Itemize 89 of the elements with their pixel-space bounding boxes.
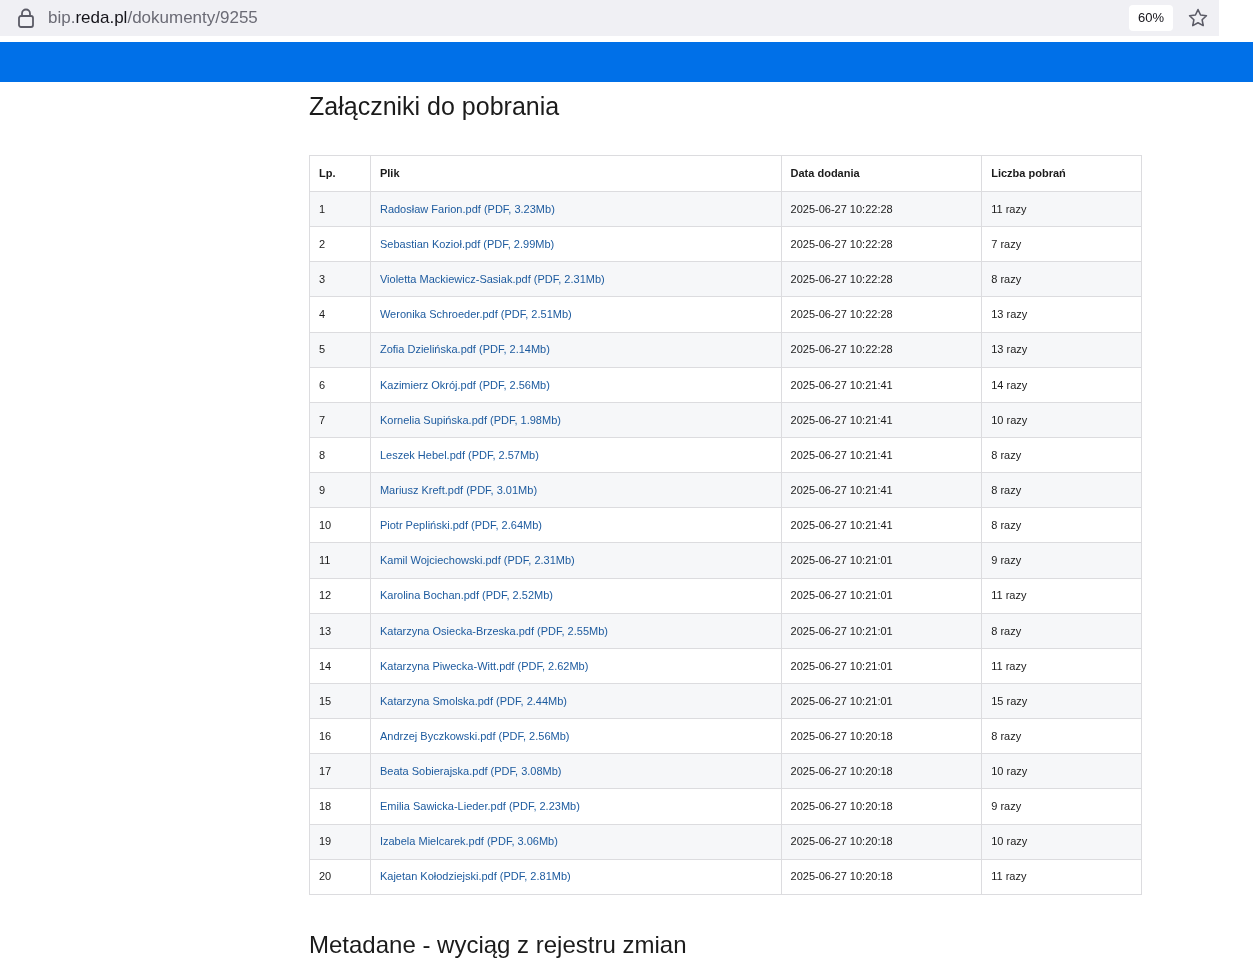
row-number-cell: 3 [309, 261, 371, 297]
bookmark-star-icon[interactable] [1187, 7, 1209, 29]
file-download-link[interactable]: Beata Sobierajska.pdf (PDF, 3.08Mb) [379, 765, 562, 778]
date-added-cell: 2025-06-27 10:21:01 [781, 578, 982, 614]
date-added-cell: 2025-06-27 10:20:18 [781, 859, 982, 895]
date-added-cell: 2025-06-27 10:22:28 [781, 191, 982, 227]
download-count-cell: 8 razy [981, 261, 1142, 297]
download-count-cell: 8 razy [981, 472, 1142, 508]
row-number-cell: 6 [309, 367, 371, 403]
file-download-link[interactable]: Emilia Sawicka-Lieder.pdf (PDF, 2.23Mb) [379, 800, 580, 813]
row-number-cell: 20 [309, 859, 371, 895]
row-number-cell: 7 [309, 402, 371, 438]
download-count-cell: 8 razy [981, 437, 1142, 473]
file-download-link[interactable]: Weronika Schroeder.pdf (PDF, 2.51Mb) [379, 308, 572, 321]
row-number-cell: 19 [309, 824, 371, 860]
file-download-link[interactable]: Radosław Farion.pdf (PDF, 3.23Mb) [379, 202, 555, 215]
row-number-cell: 10 [309, 507, 371, 543]
download-count-cell: 7 razy [981, 226, 1142, 262]
row-number-cell: 14 [309, 648, 371, 684]
date-added-cell: 2025-06-27 10:21:41 [781, 402, 982, 438]
file-download-link[interactable]: Katarzyna Smolska.pdf (PDF, 2.44Mb) [379, 694, 567, 707]
file-download-link[interactable]: Mariusz Kreft.pdf (PDF, 3.01Mb) [379, 483, 538, 496]
file-download-link[interactable]: Karolina Bochan.pdf (PDF, 2.52Mb) [379, 589, 553, 602]
date-added-cell: 2025-06-27 10:21:41 [781, 437, 982, 473]
file-download-link[interactable]: Andrzej Byczkowski.pdf (PDF, 2.56Mb) [379, 729, 570, 742]
date-added-cell: 2025-06-27 10:22:28 [781, 226, 982, 262]
column-header: Liczba pobrań [981, 155, 1142, 192]
row-number-cell: 11 [309, 542, 371, 579]
download-count-cell: 14 razy [981, 367, 1142, 403]
row-number-cell: 15 [309, 683, 371, 719]
address-bar-url[interactable]: bip.reda.pl/dokumenty/9255 [48, 5, 258, 31]
date-added-cell: 2025-06-27 10:22:28 [781, 261, 982, 297]
download-count-cell: 9 razy [981, 788, 1142, 825]
date-added-cell: 2025-06-27 10:20:18 [781, 824, 982, 860]
file-download-link[interactable]: Izabela Mielcarek.pdf (PDF, 3.06Mb) [379, 835, 558, 848]
file-download-link[interactable]: Leszek Hebel.pdf (PDF, 2.57Mb) [379, 448, 539, 461]
date-added-cell: 2025-06-27 10:22:28 [781, 296, 982, 333]
download-count-cell: 10 razy [981, 824, 1142, 860]
lock-icon [17, 8, 35, 28]
download-count-cell: 10 razy [981, 753, 1142, 789]
section-heading: Metadane - wyciąg z rejestru zmian [309, 930, 688, 959]
row-number-cell: 2 [309, 226, 371, 262]
row-number-cell: 13 [309, 613, 371, 649]
date-added-cell: 2025-06-27 10:22:28 [781, 332, 982, 368]
download-count-cell: 11 razy [981, 191, 1142, 227]
row-number-cell: 18 [309, 788, 371, 825]
row-number-cell: 12 [309, 578, 371, 614]
date-added-cell: 2025-06-27 10:20:18 [781, 753, 982, 789]
download-count-cell: 15 razy [981, 683, 1142, 719]
date-added-cell: 2025-06-27 10:21:41 [781, 507, 982, 543]
download-count-cell: 8 razy [981, 507, 1142, 543]
download-count-cell: 11 razy [981, 859, 1142, 895]
row-number-cell: 17 [309, 753, 371, 789]
download-count-cell: 11 razy [981, 648, 1142, 684]
download-count-cell: 13 razy [981, 296, 1142, 333]
row-number-cell: 9 [309, 472, 371, 508]
column-header: Plik [370, 155, 782, 192]
date-added-cell: 2025-06-27 10:21:01 [781, 613, 982, 649]
download-count-cell: 11 razy [981, 578, 1142, 614]
file-download-link[interactable]: Kamil Wojciechowski.pdf (PDF, 2.31Mb) [379, 554, 575, 567]
download-count-cell: 13 razy [981, 332, 1142, 368]
row-number-cell: 4 [309, 296, 371, 333]
download-count-cell: 8 razy [981, 718, 1142, 754]
file-download-link[interactable]: Kornelia Supińska.pdf (PDF, 1.98Mb) [379, 413, 561, 426]
row-number-cell: 1 [309, 191, 371, 227]
date-added-cell: 2025-06-27 10:21:01 [781, 542, 982, 579]
date-added-cell: 2025-06-27 10:21:41 [781, 472, 982, 508]
section-heading: Załączniki do pobrania [309, 91, 561, 122]
file-download-link[interactable]: Katarzyna Piwecka-Witt.pdf (PDF, 2.62Mb) [379, 659, 589, 672]
date-added-cell: 2025-06-27 10:21:01 [781, 648, 982, 684]
date-added-cell: 2025-06-27 10:21:41 [781, 367, 982, 403]
file-download-link[interactable]: Zofia Dzielińska.pdf (PDF, 2.14Mb) [379, 343, 550, 356]
download-count-cell: 8 razy [981, 613, 1142, 649]
zoom-level-button[interactable]: 60% [1128, 5, 1173, 31]
date-added-cell: 2025-06-27 10:20:18 [781, 788, 982, 825]
file-download-link[interactable]: Piotr Pepliński.pdf (PDF, 2.64Mb) [379, 519, 542, 532]
file-download-link[interactable]: Kajetan Kołodziejski.pdf (PDF, 2.81Mb) [379, 870, 571, 883]
column-header: Lp. [309, 155, 371, 192]
file-download-link[interactable]: Sebastian Kozioł.pdf (PDF, 2.99Mb) [379, 237, 555, 250]
file-download-link[interactable]: Violetta Mackiewicz-Sasiak.pdf (PDF, 2.31Mb) [379, 273, 605, 286]
column-header: Data dodania [781, 155, 982, 192]
download-count-cell: 10 razy [981, 402, 1142, 438]
row-number-cell: 8 [309, 437, 371, 473]
download-count-cell: 9 razy [981, 542, 1142, 579]
file-download-link[interactable]: Kazimierz Okrój.pdf (PDF, 2.56Mb) [379, 378, 550, 391]
date-added-cell: 2025-06-27 10:21:01 [781, 683, 982, 719]
row-number-cell: 5 [309, 332, 371, 368]
date-added-cell: 2025-06-27 10:20:18 [781, 718, 982, 754]
row-number-cell: 16 [309, 718, 371, 754]
